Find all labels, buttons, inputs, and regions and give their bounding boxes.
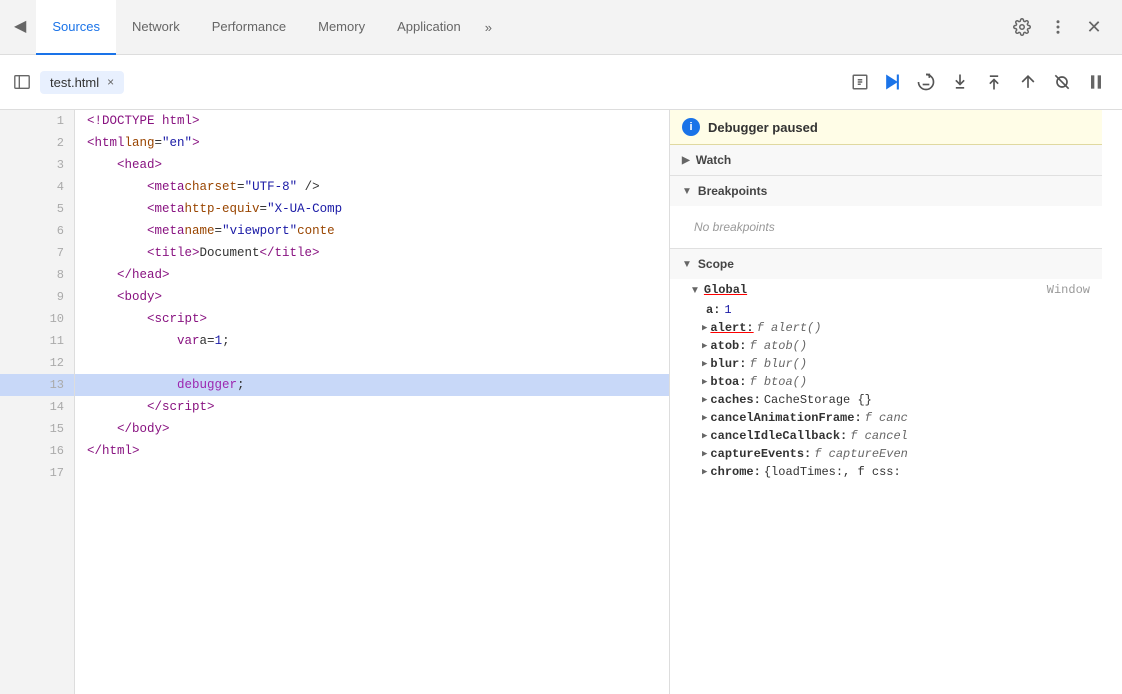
tab-sources[interactable]: Sources <box>36 0 116 55</box>
code-line-7: <title>Document</title> <box>75 242 669 264</box>
code-line-11: var a = 1; <box>75 330 669 352</box>
code-line-13: debugger; <box>75 374 669 396</box>
file-tab[interactable]: test.html × <box>40 71 124 94</box>
debug-banner-text: Debugger paused <box>708 120 818 135</box>
line-3: 3 <box>0 154 74 176</box>
settings-icon[interactable] <box>1006 11 1038 43</box>
scope-triangle: ▼ <box>682 259 692 270</box>
format-icon[interactable] <box>846 68 874 96</box>
scope-global-type: Window <box>1047 283 1090 297</box>
tab-memory[interactable]: Memory <box>302 0 381 55</box>
scope-item-alert[interactable]: ▶ alert: f alert() <box>670 319 1102 337</box>
scope-item-caches[interactable]: ▶ caches: CacheStorage {} <box>670 391 1102 409</box>
line-16: 16 <box>0 440 74 462</box>
code-line-3: <head> <box>75 154 669 176</box>
code-line-12 <box>75 352 669 374</box>
line-13: 13 <box>0 374 74 396</box>
breakpoints-header[interactable]: ▼ Breakpoints <box>670 176 1102 206</box>
code-line-5: <meta http-equiv="X-UA-Comp <box>75 198 669 220</box>
watch-header[interactable]: ▶ Watch <box>670 145 1102 175</box>
line-12: 12 <box>0 352 74 374</box>
debug-banner: i Debugger paused <box>670 110 1102 145</box>
info-icon: i <box>682 118 700 136</box>
step-into-icon[interactable] <box>946 68 974 96</box>
caches-label: caches: <box>710 393 760 407</box>
step-icon[interactable] <box>1014 68 1042 96</box>
second-toolbar: test.html × <box>0 55 1122 110</box>
tab-bar-icons: ✕ <box>1006 11 1118 43</box>
line-10: 10 <box>0 308 74 330</box>
line-5: 5 <box>0 198 74 220</box>
code-line-9: <body> <box>75 286 669 308</box>
line-1: 1 <box>0 110 74 132</box>
breakpoints-triangle: ▼ <box>682 186 692 197</box>
breakpoints-label: Breakpoints <box>698 184 767 198</box>
scope-item-btoa[interactable]: ▶ btoa: f btoa() <box>670 373 1102 391</box>
code-line-15: </body> <box>75 418 669 440</box>
scope-item-captureEvents[interactable]: ▶ captureEvents: f captureEven <box>670 445 1102 463</box>
tab-more[interactable]: » <box>477 20 500 35</box>
file-tab-close[interactable]: × <box>107 75 114 89</box>
watch-triangle: ▶ <box>682 155 690 166</box>
main-area: 1 2 3 4 5 6 7 8 9 10 11 12 13 14 15 16 1… <box>0 110 1122 694</box>
scope-header[interactable]: ▼ Scope <box>670 249 1102 279</box>
file-tab-name: test.html <box>50 75 99 90</box>
scope-label: Scope <box>698 257 734 271</box>
scope-content: ▼ Global Window a: 1 ▶ alert: f alert() <box>670 279 1102 694</box>
line-4: 4 <box>0 176 74 198</box>
line-7: 7 <box>0 242 74 264</box>
scope-global-expand[interactable]: ▼ <box>690 285 700 296</box>
tab-network[interactable]: Network <box>116 0 196 55</box>
code-line-6: <meta name="viewport" conte <box>75 220 669 242</box>
close-devtools-icon[interactable]: ✕ <box>1078 11 1110 43</box>
watch-label: Watch <box>696 153 732 167</box>
scope-global-row: ▼ Global Window <box>670 279 1102 301</box>
code-line-14: </script> <box>75 396 669 418</box>
tab-application[interactable]: Application <box>381 0 477 55</box>
line-9: 9 <box>0 286 74 308</box>
code-line-4: <meta charset="UTF-8" /> <box>75 176 669 198</box>
line-6: 6 <box>0 220 74 242</box>
line-2: 2 <box>0 132 74 154</box>
line-15: 15 <box>0 418 74 440</box>
debug-toolbar <box>878 68 1114 96</box>
line-14: 14 <box>0 396 74 418</box>
resume-icon[interactable] <box>878 68 906 96</box>
scope-section: ▼ Scope ▼ Global Window a: 1 <box>670 249 1102 694</box>
more-options-icon[interactable] <box>1042 11 1074 43</box>
tab-performance[interactable]: Performance <box>196 0 302 55</box>
sidebar-toggle-icon[interactable] <box>8 68 36 96</box>
code-line-16: </html> <box>75 440 669 462</box>
scope-item-a: a: 1 <box>670 301 1102 319</box>
deactivate-breakpoints-icon[interactable] <box>1048 68 1076 96</box>
right-panel: i Debugger paused ▶ Watch ▼ Breakpoints … <box>670 110 1102 694</box>
scope-item-blur[interactable]: ▶ blur: f blur() <box>670 355 1102 373</box>
line-8: 8 <box>0 264 74 286</box>
step-out-icon[interactable] <box>980 68 1008 96</box>
scope-item-cancelAnimationFrame[interactable]: ▶ cancelAnimationFrame: f canc <box>670 409 1102 427</box>
line-11: 11 <box>0 330 74 352</box>
code-line-10: <script> <box>75 308 669 330</box>
code-line-1: <!DOCTYPE html> <box>75 110 669 132</box>
no-breakpoints-text: No breakpoints <box>670 212 1102 242</box>
scope-item-atob[interactable]: ▶ atob: f atob() <box>670 337 1102 355</box>
scope-item-cancelIdleCallback[interactable]: ▶ cancelIdleCallback: f cancel <box>670 427 1102 445</box>
tab-back[interactable]: ◀ <box>4 0 36 55</box>
line-17: 17 <box>0 462 74 484</box>
code-line-8: </head> <box>75 264 669 286</box>
watch-section: ▶ Watch <box>670 145 1102 176</box>
line-numbers: 1 2 3 4 5 6 7 8 9 10 11 12 13 14 15 16 1… <box>0 110 75 694</box>
step-over-icon[interactable] <box>912 68 940 96</box>
tab-bar: ◀ Sources Network Performance Memory App… <box>0 0 1122 55</box>
code-line-2: <html lang="en"> <box>75 132 669 154</box>
code-editor[interactable]: <!DOCTYPE html> <html lang="en"> <head> … <box>75 110 670 694</box>
scope-item-chrome[interactable]: ▶ chrome: {loadTimes:, f css: <box>670 463 1102 481</box>
breakpoints-content: No breakpoints <box>670 206 1102 248</box>
breakpoints-section: ▼ Breakpoints No breakpoints <box>670 176 1102 249</box>
scope-global-label: Global <box>704 283 747 297</box>
pause-on-exceptions-icon[interactable] <box>1082 68 1110 96</box>
code-line-17 <box>75 462 669 484</box>
